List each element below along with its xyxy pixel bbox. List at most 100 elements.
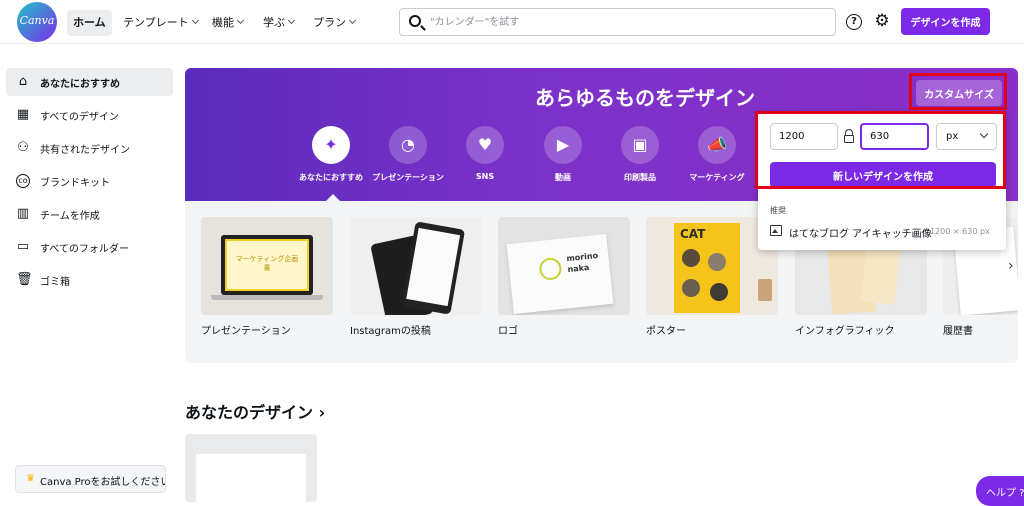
logo-emblem: [538, 256, 563, 282]
megaphone-icon: 📣: [698, 126, 736, 164]
canva-logo[interactable]: Canva: [17, 2, 57, 42]
sidebar-item-shared[interactable]: ⚇ 共有されたデザイン: [6, 134, 173, 162]
nav-learn[interactable]: 学ぶ: [257, 10, 300, 36]
folder-icon: ▭: [16, 239, 30, 254]
design-preview: [196, 454, 306, 502]
sidebar-item-create-team[interactable]: ▥ チームを作成: [6, 200, 173, 228]
laptop-screen: マーケティング企画書: [221, 235, 313, 295]
sidebar-item-label: ブランドキット: [40, 178, 110, 189]
video-camera-icon: ▶: [544, 126, 582, 164]
help-icon[interactable]: ?: [846, 14, 862, 30]
top-bar: Canva ホーム テンプレート 機能 学ぶ プラン ? ⚙ デザインを作成: [0, 0, 1024, 44]
sidebar-item-label: チームを作成: [40, 211, 100, 222]
template-card-logo[interactable]: morino naka: [498, 217, 630, 315]
recommended-item[interactable]: はてなブログ アイキャッチ画像 1200 × 630 px: [767, 222, 999, 242]
search-box[interactable]: [399, 8, 836, 36]
home-icon: ⌂: [18, 74, 28, 89]
category-marketing[interactable]: 📣 マーケティング: [677, 126, 757, 183]
category-sns[interactable]: ♥ SNS: [445, 126, 525, 181]
template-label: ロゴ: [498, 326, 518, 337]
nav-plans[interactable]: プラン: [307, 10, 361, 36]
search-input[interactable]: [430, 13, 820, 31]
sparkle-icon: ✦: [312, 126, 350, 164]
nav-home[interactable]: ホーム: [67, 10, 112, 36]
presentation-icon: ◔: [389, 126, 427, 164]
nav-features[interactable]: 機能: [206, 10, 249, 36]
template-label: ポスター: [646, 326, 686, 337]
create-design-button[interactable]: デザインを作成: [901, 8, 990, 35]
chevron-down-icon: [236, 16, 245, 25]
brand-icon: co: [16, 174, 30, 188]
template-label: Instagramの投稿: [350, 326, 431, 337]
poster-photo: [682, 279, 700, 297]
sidebar-item-label: ゴミ箱: [40, 277, 70, 288]
nav-plans-label: プラン: [313, 16, 346, 29]
search-icon: [409, 15, 421, 27]
try-canva-pro-button[interactable]: ♛ Canva Proをお試しください: [15, 465, 166, 493]
plant-pot: [758, 279, 772, 301]
template-card-instagram[interactable]: [350, 217, 482, 315]
sidebar-item-label: すべてのフォルダー: [40, 244, 129, 255]
team-icon: ▥: [16, 206, 30, 221]
poster-title: CAT: [680, 227, 706, 241]
image-icon: [770, 225, 782, 236]
category-for-you[interactable]: ✦ あなたにおすすめ: [291, 126, 371, 183]
highlight-box-size-inputs: [755, 111, 1006, 189]
people-icon: ⚇: [17, 140, 29, 155]
chevron-right-icon[interactable]: ›: [1008, 258, 1024, 276]
category-print[interactable]: ▣ 印刷製品: [600, 126, 680, 183]
category-label: マーケティング: [689, 173, 745, 182]
selected-category-pointer: [326, 194, 340, 201]
recommended-name: はてなブログ アイキャッチ画像: [789, 229, 932, 240]
gear-icon[interactable]: ⚙: [873, 12, 891, 30]
sidebar-item-brand-kit[interactable]: co ブランドキット: [6, 167, 173, 195]
sidebar-item-for-you[interactable]: ⌂ あなたにおすすめ: [6, 68, 173, 96]
logo-word2: naka: [567, 262, 590, 275]
template-card-presentation[interactable]: マーケティング企画書: [201, 217, 333, 315]
category-label: SNS: [475, 172, 495, 181]
trash-icon: 🗑: [16, 272, 33, 287]
nav-learn-label: 学ぶ: [263, 16, 285, 29]
poster-photo: [710, 283, 728, 301]
template-label: インフォグラフィック: [795, 326, 895, 337]
nav-templates-label: テンプレート: [123, 16, 189, 29]
sidebar-item-trash[interactable]: 🗑 ゴミ箱: [6, 266, 173, 294]
heart-icon: ♥: [466, 126, 504, 164]
chevron-down-icon: [191, 16, 199, 25]
chevron-down-icon: [287, 16, 296, 25]
crown-icon: ♛: [26, 473, 35, 484]
category-label: 動画: [555, 173, 571, 182]
highlight-box-custom-size: [909, 73, 1007, 110]
category-label: 印刷製品: [624, 173, 656, 182]
slide-title: マーケティング企画書: [235, 255, 299, 272]
logo-text: Canva: [19, 14, 55, 27]
grid-icon: ▦: [16, 107, 30, 122]
sidebar-item-label: あなたにおすすめ: [40, 79, 120, 90]
slide-preview: マーケティング企画書: [225, 239, 309, 291]
print-icon: ▣: [621, 126, 659, 164]
try-pro-label: Canva Proをお試しください: [40, 477, 166, 488]
logo-paper: morino naka: [506, 233, 614, 315]
sidebar-item-all-designs[interactable]: ▦ すべてのデザイン: [6, 101, 173, 129]
sidebar-item-label: すべてのデザイン: [40, 112, 119, 123]
template-label: 履歴書: [943, 326, 973, 337]
chevron-down-icon: [348, 16, 357, 25]
laptop-base: [211, 295, 323, 300]
category-presentation[interactable]: ◔ プレゼンテーション: [368, 126, 448, 183]
category-label: あなたにおすすめ: [299, 173, 363, 182]
sidebar-item-folders[interactable]: ▭ すべてのフォルダー: [6, 233, 173, 261]
phone-screen: [406, 227, 461, 307]
template-label: プレゼンテーション: [201, 326, 291, 337]
nav-features-label: 機能: [212, 16, 234, 29]
poster-photo: [682, 249, 700, 267]
category-label: プレゼンテーション: [372, 173, 444, 182]
your-designs-title[interactable]: あなたのデザイン ›: [185, 399, 325, 423]
recommended-label: 推奨: [770, 206, 786, 215]
logo-word1: morino: [565, 250, 599, 264]
design-thumbnail[interactable]: [185, 434, 317, 502]
hero-title: あらゆるものをデザイン: [535, 86, 755, 110]
category-video[interactable]: ▶ 動画: [523, 126, 603, 183]
nav-templates[interactable]: テンプレート: [117, 10, 204, 36]
poster-sheet: CAT: [674, 223, 740, 313]
nav-home-label: ホーム: [73, 16, 106, 29]
